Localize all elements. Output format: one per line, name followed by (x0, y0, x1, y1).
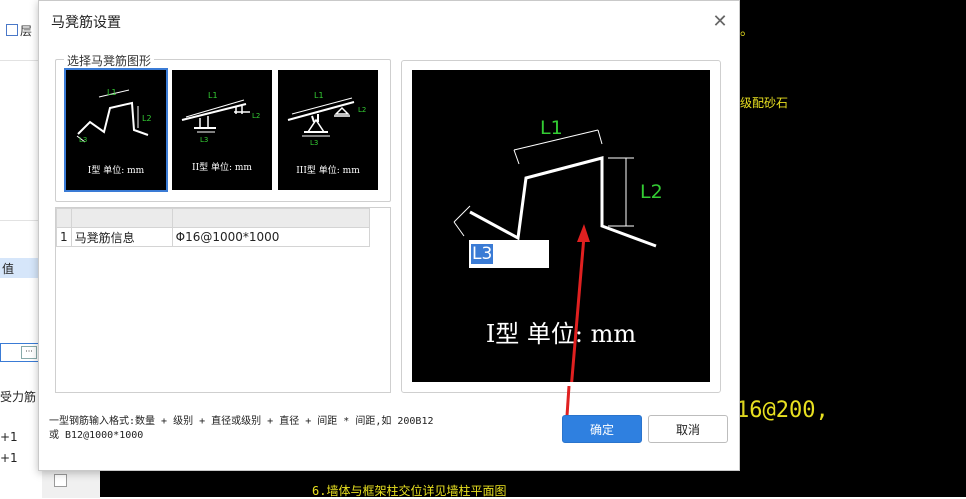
cad-text: 级配砂石 (740, 96, 789, 110)
dim-l1-label: L1 (208, 91, 218, 100)
cell-value: +1 (0, 451, 18, 465)
shape-type-2-thumbnail[interactable]: L1 L2 L3 II型 单位: mm (172, 70, 272, 190)
preview-caption: I型 单位: mm (486, 320, 637, 348)
shape-name-label: II型 单位: mm (192, 161, 252, 173)
dim-l3-label: L3 (310, 139, 318, 147)
ok-button[interactable]: 确定 (562, 415, 642, 443)
dim-l2-label: L2 (358, 106, 366, 114)
row-checkbox[interactable] (54, 474, 67, 487)
selected-cell[interactable]: 值 (0, 258, 38, 278)
shape-type-3-thumbnail[interactable]: L1 L2 L3 III型 单位: mm (278, 70, 378, 190)
divider (0, 220, 42, 221)
preview-dim-l2: L2 (640, 181, 663, 203)
l3-input-value: L3 (471, 244, 494, 264)
row-value-cell[interactable]: Φ16@1000*1000 (171, 227, 370, 247)
cancel-button[interactable]: 取消 (648, 415, 728, 443)
layer-tab-label[interactable]: 层 (6, 22, 32, 39)
rebar-chair-settings-dialog: 马凳筋设置 ✕ 选择马凳筋图形 L1 L2 L3 I型 单位: mm L1 L2… (38, 0, 740, 471)
shape-preview-canvas: L1 L2 I型 单位: mm L3 (412, 70, 710, 382)
ellipsis-button[interactable]: ··· (21, 346, 37, 359)
red-arrow-tail (565, 386, 571, 417)
layer-icon (6, 24, 18, 36)
table-row[interactable]: 1 马凳筋信息 Φ16@1000*1000 (56, 227, 370, 247)
shape-type-1-drawing: L1 L2 L3 I型 单位: mm (76, 88, 152, 176)
dialog-title: 马凳筋设置 (51, 15, 121, 31)
table-header-row (56, 208, 370, 228)
shape-name-label: I型 单位: mm (88, 164, 145, 176)
divider (0, 60, 42, 61)
cad-canvas[interactable]: 。 级配砂石 16@200, (736, 0, 966, 497)
shape-selection-group: 选择马凳筋图形 L1 L2 L3 I型 单位: mm L1 L2 L3 II型 … (55, 52, 391, 202)
group-label: 选择马凳筋图形 (64, 52, 155, 69)
cad-text: 。 (740, 23, 754, 39)
checkbox-column (42, 468, 100, 498)
row-name-cell: 马凳筋信息 (70, 227, 173, 247)
cad-canvas-bottom[interactable]: 6.墙体与框架柱交位详见墙柱平面图 (100, 468, 966, 498)
shape-preview-drawing: L1 L2 I型 单位: mm (453, 117, 663, 382)
hint-line-1: 一型钢筋输入格式:数量 + 级别 + 直径或级别 + 直径 + 间距 * 间距,… (49, 416, 434, 427)
dim-l2-label: L2 (142, 114, 152, 123)
cell-value: +1 (0, 430, 18, 444)
preview-dim-l1: L1 (540, 117, 563, 139)
shape-type-2-drawing: L1 L2 L3 II型 单位: mm (181, 91, 260, 173)
preview-frame: L1 L2 I型 单位: mm L3 (401, 60, 721, 393)
l3-input-field[interactable]: L3 (469, 240, 549, 268)
red-arrow-head (577, 224, 590, 242)
row-index: 1 (56, 227, 72, 247)
value-header: 值 (2, 262, 15, 276)
red-arrow-line (570, 235, 586, 382)
close-icon[interactable]: ✕ (709, 10, 731, 32)
shape-type-1-thumbnail[interactable]: L1 L2 L3 I型 单位: mm (64, 68, 168, 192)
cad-text: 6.墙体与框架柱交位详见墙柱平面图 (312, 484, 507, 498)
dim-l3-label: L3 (200, 136, 208, 144)
stressed-bar-label: 受力筋 (0, 390, 37, 404)
background-side-panel: 层 值 ··· 受力筋 +1 +1 (0, 0, 43, 497)
dim-l2-label: L2 (252, 112, 260, 120)
dim-l1-label: L1 (107, 88, 117, 97)
property-input[interactable]: ··· (0, 343, 40, 362)
input-format-hint: 一型钢筋输入格式:数量 + 级别 + 直径或级别 + 直径 + 间距 * 间距,… (49, 415, 519, 443)
shape-name-label: III型 单位: mm (296, 164, 360, 176)
dim-l3-label: L3 (79, 136, 87, 144)
shape-type-3-drawing: L1 L2 L3 III型 单位: mm (287, 91, 366, 176)
cad-text: 16@200, (736, 398, 829, 423)
dim-l1-label: L1 (314, 91, 324, 100)
rebar-info-table: 1 马凳筋信息 Φ16@1000*1000 (55, 207, 391, 393)
hint-line-2: 或 B12@1000*1000 (49, 430, 144, 441)
